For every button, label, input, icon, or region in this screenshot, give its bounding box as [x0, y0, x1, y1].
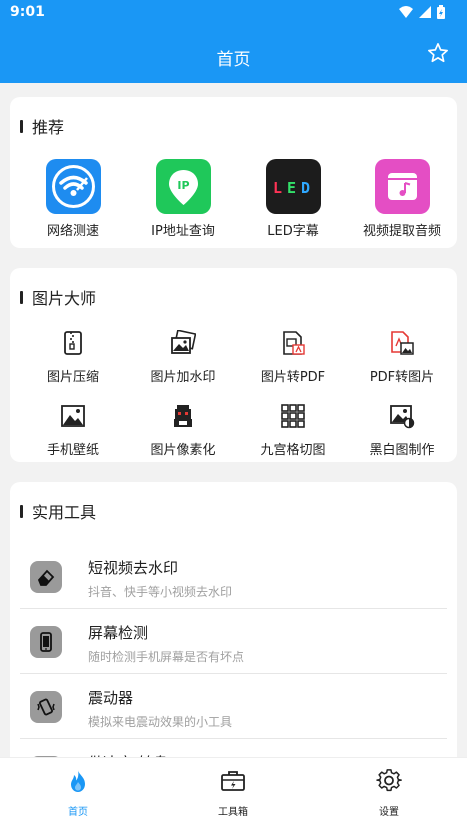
ip-location-icon: IP	[155, 159, 211, 214]
tools-title: 实用工具	[20, 499, 96, 523]
bottom-navigation: 首页 工具箱 设置	[0, 757, 467, 830]
wifi-speed-icon	[45, 159, 101, 214]
watermark-image-icon	[171, 329, 197, 354]
zip-file-icon	[64, 331, 82, 355]
battery-icon	[437, 5, 445, 19]
svg-text:D: D	[301, 179, 310, 197]
vibrate-icon	[30, 691, 62, 723]
pic-item-watermark[interactable]: 图片加水印	[128, 329, 238, 385]
page-title: 首页	[216, 50, 251, 70]
recommend-card: 推荐 网络测速 IP IP地址查询 L E D LED字幕 视频提取音频	[10, 97, 457, 248]
wallpaper-icon	[61, 405, 85, 427]
wifi-signal-icon	[399, 6, 413, 18]
pic-item-pixelate[interactable]: 图片像素化	[128, 403, 238, 458]
recommend-title: 推荐	[20, 114, 64, 138]
pic-item-pdf-to-image[interactable]: PDF转图片	[347, 330, 457, 385]
picture-master-card: 图片大师 图片压缩 图片加水印 图片转PDF PDF转图片 手机壁纸 图片像素化…	[10, 268, 457, 462]
toolbox-icon	[221, 771, 245, 791]
image-to-pdf-icon	[283, 331, 305, 355]
tool-item-screen-test[interactable]: 屏幕检测 随时检测手机屏幕是否有坏点	[20, 610, 447, 674]
app-bar: 首页	[0, 25, 467, 83]
tool-item-vibrator[interactable]: 震动器 模拟来电震动效果的小工具	[20, 675, 447, 739]
nav-tab-toolbox[interactable]: 工具箱	[183, 768, 283, 818]
black-white-image-icon	[390, 405, 415, 429]
recommend-item-ip-lookup[interactable]: IP IP地址查询	[128, 159, 238, 239]
favorite-star-icon[interactable]	[427, 42, 449, 64]
nav-tab-home[interactable]: 首页	[28, 768, 128, 818]
pic-item-black-white[interactable]: 黑白图制作	[347, 403, 457, 458]
status-bar: 9:01	[0, 0, 467, 25]
tool-item-remove-watermark[interactable]: 短视频去水印 抖音、快手等小视频去水印	[20, 545, 447, 609]
video-audio-icon	[374, 159, 430, 214]
pic-item-grid-cut[interactable]: 九宫格切图	[238, 403, 348, 458]
phone-screen-icon	[30, 626, 62, 658]
pdf-to-image-icon	[391, 331, 414, 355]
pic-item-wallpaper[interactable]: 手机壁纸	[18, 403, 128, 458]
svg-text:L: L	[273, 179, 282, 197]
flame-icon	[71, 770, 85, 792]
settings-icon	[376, 769, 402, 792]
status-icons	[399, 5, 445, 19]
cell-signal-icon	[419, 6, 431, 18]
picture-master-title: 图片大师	[20, 285, 96, 309]
pic-item-compress[interactable]: 图片压缩	[18, 330, 128, 385]
led-icon: L E D	[265, 159, 321, 214]
pixel-icon	[174, 405, 192, 427]
recommend-item-led[interactable]: L E D LED字幕	[238, 159, 348, 239]
grid-icon	[281, 404, 305, 428]
recommend-item-video-audio[interactable]: 视频提取音频	[347, 159, 457, 239]
nav-tab-settings[interactable]: 设置	[339, 768, 439, 818]
recommend-item-network-speed[interactable]: 网络测速	[18, 159, 128, 239]
status-time: 9:01	[10, 4, 45, 20]
pic-item-to-pdf[interactable]: 图片转PDF	[238, 330, 348, 385]
eraser-icon	[30, 561, 62, 593]
svg-text:IP: IP	[177, 179, 189, 192]
tools-card: 实用工具 短视频去水印 抖音、快手等小视频去水印 屏幕检测 随时检测手机屏幕是否…	[10, 482, 457, 788]
svg-text:E: E	[287, 179, 296, 197]
